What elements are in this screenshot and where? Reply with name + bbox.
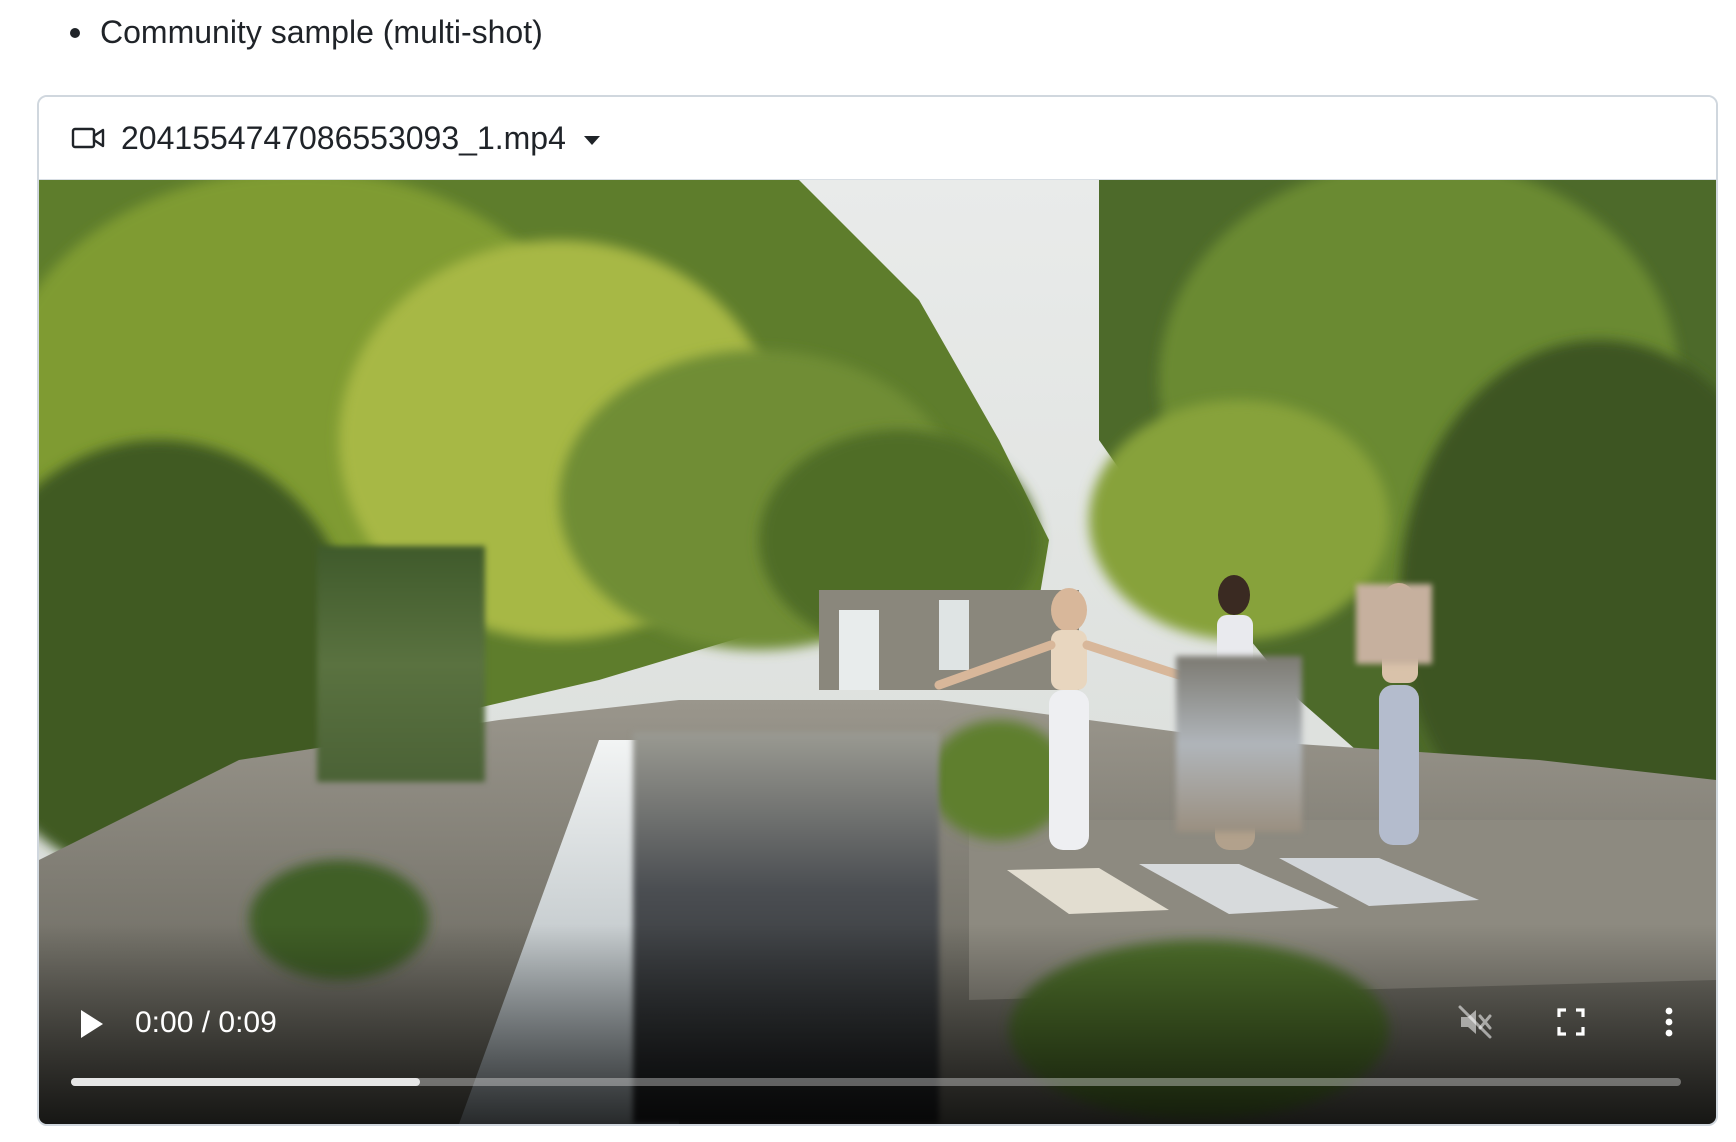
blurred-region [317,546,485,782]
blurred-region [1176,656,1302,832]
fullscreen-icon[interactable] [1551,1002,1591,1042]
bullet [70,27,80,38]
list-item-label: Community sample (multi-shot) [100,14,543,50]
progress-fill [71,1078,421,1086]
caret-down-icon[interactable] [583,135,600,145]
time-display: 0:00 / 0:09 [135,1006,277,1039]
blurred-region [1356,584,1432,664]
video-player[interactable]: 0:00 / 0:09 [39,180,1716,1124]
progress-bar[interactable] [71,1078,1681,1086]
file-name: 2041554747086553093_1.mp4 [121,119,566,156]
play-icon[interactable] [77,1006,111,1044]
file-selector[interactable]: 2041554747086553093_1.mp4 [39,97,1716,180]
list-item: Community sample (multi-shot) [70,14,543,51]
video-card: 2041554747086553093_1.mp4 0:00 / 0:09 [37,95,1718,1126]
more-options-icon[interactable] [1649,1002,1689,1042]
video-camera-icon [71,127,105,149]
muted-speaker-icon[interactable] [1455,1002,1495,1042]
